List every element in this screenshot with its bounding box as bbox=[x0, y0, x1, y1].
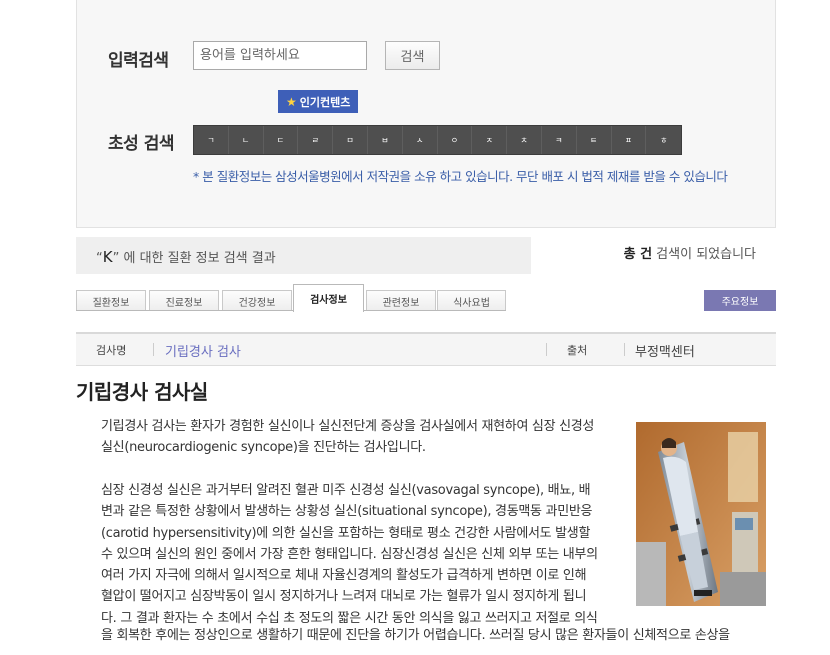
initial-button[interactable]: ㄴ bbox=[229, 126, 264, 154]
popular-content-label: 인기컨텐츠 bbox=[299, 95, 351, 109]
result-count-bold: 총 건 bbox=[623, 247, 653, 262]
article-paragraph-1: 기립경사 검사는 환자가 경험한 실신이나 실신전단계 증상을 검사실에서 재현… bbox=[101, 416, 622, 459]
initial-button[interactable]: ㅍ bbox=[612, 126, 647, 154]
search-panel: 입력검색 검색 ★ 인기컨텐츠 초성 검색 ㄱ ㄴ ㄷ ㄹ ㅁ ㅂ ㅅ ㅇ ㅈ … bbox=[76, 0, 776, 228]
result-keyword: K bbox=[102, 248, 113, 266]
paragraph-line: 실신(neurocardiogenic syncope)을 진단하는 검사입니다… bbox=[101, 440, 426, 456]
quote-open: “ bbox=[96, 251, 103, 266]
initial-button[interactable]: ㅎ bbox=[646, 126, 681, 154]
initial-button[interactable]: ㄹ bbox=[298, 126, 334, 154]
result-bar: “K” 에 대한 질환 정보 검색 결과 총 건 검색이 되었습니다 bbox=[76, 237, 776, 274]
result-summary: “K” 에 대한 질환 정보 검색 결과 bbox=[96, 247, 276, 266]
paragraph-line: (carotid hypersensitivity)에 의한 실신을 포함하는 … bbox=[101, 525, 591, 541]
popular-content-button[interactable]: ★ 인기컨텐츠 bbox=[278, 90, 359, 113]
initial-button[interactable]: ㅌ bbox=[577, 126, 612, 154]
star-icon: ★ bbox=[286, 94, 297, 109]
paragraph-line: 수 있으며 실신의 원인 중에서 가장 흔한 형태입니다. 심장신경성 실신은 … bbox=[101, 546, 598, 562]
article-paragraph-2: 심장 신경성 실신은 과거부터 알려진 혈관 미주 신경성 실신(vasovag… bbox=[101, 480, 622, 629]
initial-search-label: 초성 검색 bbox=[108, 134, 174, 154]
initial-button[interactable]: ㅅ bbox=[403, 126, 438, 154]
paragraph-line: 여러 가지 자극에 의해서 일시적으로 체내 자율신경계의 활성도가 급격하게 … bbox=[101, 568, 587, 584]
tab-exam-info[interactable]: 검사정보 bbox=[293, 284, 364, 312]
result-count: 총 건 검색이 되었습니다 bbox=[624, 243, 756, 262]
tab-treatment-info[interactable]: 진료정보 bbox=[149, 290, 219, 311]
exam-meta-row: 검사명 기립경사 검사 출처 부정맥센터 bbox=[76, 332, 776, 366]
copyright-notice: * 본 질환정보는 삼성서울병원에서 저작권을 소유 하고 있습니다. 무단 배… bbox=[193, 169, 728, 184]
main-info-button[interactable]: 주요정보 bbox=[704, 290, 776, 311]
tab-health-info[interactable]: 건강정보 bbox=[222, 290, 292, 311]
meta-divider bbox=[153, 343, 154, 356]
tab-diet[interactable]: 식사요법 bbox=[437, 290, 506, 311]
initial-button[interactable]: ㅇ bbox=[438, 126, 473, 154]
tilt-table-photo bbox=[636, 422, 766, 606]
result-suffix: 에 대한 질환 정보 검색 결과 bbox=[119, 251, 276, 266]
exam-name-value: 기립경사 검사 bbox=[165, 345, 241, 360]
initial-button[interactable]: ㅈ bbox=[472, 126, 508, 154]
paragraph-line: 혈압이 떨어지고 심장박동이 일시 정지하거나 느려져 대뇌로 가는 혈류가 일… bbox=[101, 589, 587, 605]
source-label: 출처 bbox=[567, 344, 588, 357]
meta-divider bbox=[546, 343, 547, 356]
search-input[interactable] bbox=[193, 41, 367, 70]
initial-button[interactable]: ㅂ bbox=[368, 126, 403, 154]
paragraph-line: 심장 신경성 실신은 과거부터 알려진 혈관 미주 신경성 실신(vasovag… bbox=[101, 483, 591, 498]
initial-button[interactable]: ㄱ bbox=[194, 126, 229, 154]
result-summary-box: “K” 에 대한 질환 정보 검색 결과 bbox=[76, 237, 531, 274]
source-value: 부정맥센터 bbox=[635, 345, 695, 360]
tab-related-info[interactable]: 관련정보 bbox=[366, 290, 436, 311]
result-count-suffix: 검색이 되었습니다 bbox=[652, 247, 756, 262]
paragraph-line: 기립경사 검사는 환자가 경험한 실신이나 실신전단계 증상을 검사실에서 재현… bbox=[101, 419, 595, 434]
term-search-label: 입력검색 bbox=[108, 51, 169, 71]
meta-divider bbox=[624, 343, 625, 356]
article-paragraph-3: 을 회복한 후에는 정상인으로 생활하기 때문에 진단을 하기가 어렵습니다. … bbox=[101, 625, 765, 646]
paragraph-line: 을 회복한 후에는 정상인으로 생활하기 때문에 진단을 하기가 어렵습니다. … bbox=[101, 628, 730, 643]
paragraph-line: 변과 같은 특정한 상황에서 발생하는 상황성 실신(situational s… bbox=[101, 504, 593, 520]
info-tabs: 질환정보 진료정보 건강정보 검사정보 관련정보 식사요법 bbox=[76, 284, 776, 312]
initial-button[interactable]: ㄷ bbox=[264, 126, 299, 154]
search-button[interactable]: 검색 bbox=[385, 41, 440, 70]
exam-name-label: 검사명 bbox=[96, 344, 127, 357]
tabs-divider bbox=[76, 310, 506, 311]
initial-button[interactable]: ㅁ bbox=[333, 126, 368, 154]
page-title: 기립경사 검사실 bbox=[76, 380, 208, 404]
tab-disease-info[interactable]: 질환정보 bbox=[76, 290, 146, 311]
initial-button[interactable]: ㅊ bbox=[507, 126, 542, 154]
initial-consonant-bar: ㄱ ㄴ ㄷ ㄹ ㅁ ㅂ ㅅ ㅇ ㅈ ㅊ ㅋ ㅌ ㅍ ㅎ bbox=[193, 125, 683, 155]
initial-button[interactable]: ㅋ bbox=[542, 126, 577, 154]
